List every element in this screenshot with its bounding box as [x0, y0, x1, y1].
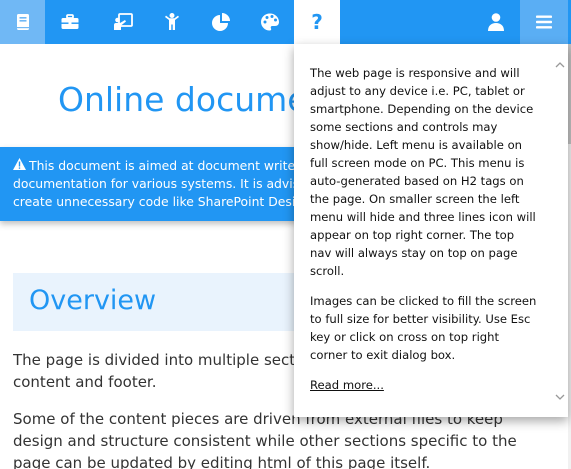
user-icon: [487, 13, 504, 31]
presentation-icon: [113, 13, 133, 30]
help-paragraph-responsive: The web page is responsive and will adju…: [310, 66, 536, 278]
help-paragraph-images: Images can be clicked to fill the screen…: [310, 294, 537, 362]
scroll-up-icon[interactable]: [555, 60, 565, 70]
pie-chart-icon: [211, 13, 230, 31]
nav-person-button[interactable]: [147, 0, 196, 44]
briefcase-icon: [61, 14, 78, 29]
scroll-down-icon[interactable]: [555, 392, 565, 402]
help-scrollbar[interactable]: [552, 44, 568, 417]
warning-icon: [13, 158, 26, 170]
nav-chart-button[interactable]: [196, 0, 245, 44]
paragraph-line: page can be updated by editing html of t…: [13, 454, 431, 469]
paragraph-line: design and structure consistent while ot…: [13, 432, 517, 450]
nav-book-button[interactable]: [0, 0, 45, 44]
nav-user-button[interactable]: [471, 0, 520, 44]
alert-text-1: This document is aimed at document write…: [29, 158, 301, 173]
page-title: Online docume: [58, 80, 308, 119]
read-more-link[interactable]: Read more...: [310, 378, 384, 392]
nav-palette-button[interactable]: [245, 0, 294, 44]
help-icon: ?: [311, 10, 323, 34]
book-icon: [16, 14, 29, 30]
nav-help-button[interactable]: ?: [294, 0, 340, 44]
palette-icon: [260, 13, 279, 31]
nav-briefcase-button[interactable]: [45, 0, 94, 44]
menu-icon: [536, 15, 552, 29]
content-paragraph: Some of the content pieces are driven fr…: [13, 408, 563, 469]
nav-menu-button[interactable]: [520, 0, 568, 44]
person-icon: [164, 13, 179, 30]
help-content: The web page is responsive and will adju…: [310, 64, 538, 394]
nav-presentation-button[interactable]: [98, 0, 147, 44]
overview-heading: Overview: [29, 285, 157, 316]
top-nav: ?: [0, 0, 571, 44]
help-dropdown: The web page is responsive and will adju…: [294, 44, 568, 417]
